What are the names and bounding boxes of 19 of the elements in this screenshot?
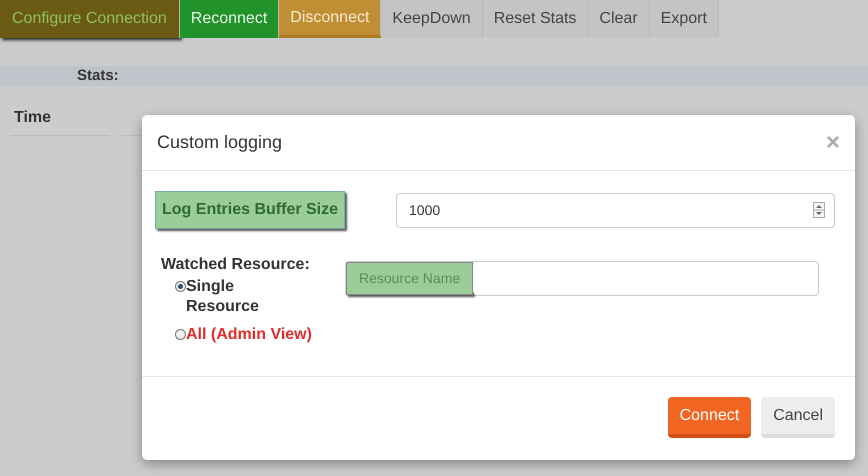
column-header: Time [10, 106, 110, 136]
modal-title: Custom logging [157, 131, 282, 154]
toolbar-button[interactable]: KeepDown [381, 0, 483, 38]
radio-button[interactable] [175, 329, 186, 340]
toolbar-button[interactable]: Reconnect [180, 0, 280, 38]
toolbar-button[interactable]: Reset Stats [482, 0, 588, 38]
radio-label[interactable]: Single Resource [186, 277, 285, 317]
buffer-size-label: Log Entries Buffer Size [155, 191, 346, 229]
cancel-button[interactable]: Cancel [761, 397, 835, 438]
radio-label[interactable]: All (Admin View) [186, 325, 312, 345]
spinner-icon[interactable] [813, 202, 825, 218]
toolbar-button[interactable]: Clear [588, 0, 650, 38]
toolbar-button[interactable]: Export [650, 0, 719, 38]
connect-button[interactable]: Connect [668, 397, 752, 438]
radio-button[interactable] [175, 281, 186, 292]
watched-resource-label: Watched Resource: [161, 255, 311, 275]
stats-label: Stats: [77, 66, 119, 86]
toolbar-button[interactable]: Configure Connection [0, 0, 180, 38]
buffer-size-field[interactable]: 1000 [396, 192, 835, 228]
